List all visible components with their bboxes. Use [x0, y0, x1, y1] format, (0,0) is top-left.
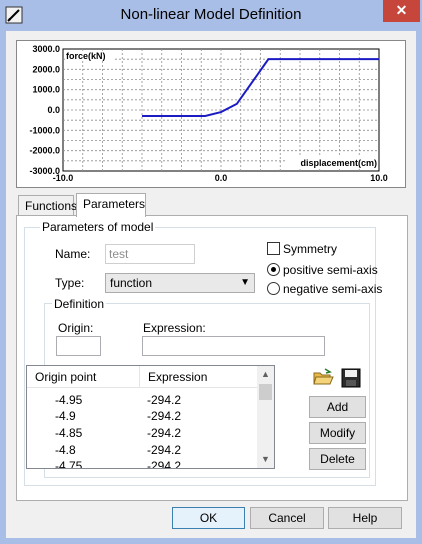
positive-semi-axis-label: positive semi-axis	[283, 263, 378, 277]
modify-button[interactable]: Modify	[309, 422, 366, 444]
y-tick-label: -1000.0	[29, 125, 60, 135]
origin-label: Origin:	[58, 321, 94, 335]
expression-input[interactable]	[142, 336, 325, 356]
scroll-up-icon[interactable]: ▲	[257, 366, 274, 383]
name-input[interactable]: test	[105, 244, 195, 264]
scroll-thumb[interactable]	[259, 384, 272, 400]
y-tick-label: 2000.0	[32, 64, 60, 74]
type-select-value: function	[110, 276, 153, 290]
origin-point-cell: -4.95	[55, 393, 83, 407]
origin-point-cell: -4.75	[55, 459, 83, 469]
ok-button[interactable]: OK	[172, 507, 245, 529]
x-tick-label: 0.0	[215, 173, 228, 183]
model-chart: 3000.0 2000.0 1000.0 0.0 -1000.0 -2000.0 -3000…	[16, 40, 406, 188]
symmetry-label: Symmetry	[283, 242, 337, 256]
delete-button[interactable]: Delete	[309, 448, 366, 470]
expression-cell: -294.2	[147, 443, 182, 457]
dialog-window: Non-linear Model Definition ✕ 3000.0 2000…	[0, 0, 422, 544]
table-row[interactable]: -4.95 -294.2	[27, 392, 258, 408]
y-axis-label: force(kN)	[66, 51, 106, 61]
table-header: Origin point Expression	[27, 366, 258, 388]
expression-cell: -294.2	[147, 426, 182, 440]
column-origin-point[interactable]: Origin point	[27, 366, 140, 388]
window-title: Non-linear Model Definition	[120, 6, 302, 23]
origin-point-cell: -4.85	[55, 426, 83, 440]
parameters-of-model-label: Parameters of model	[40, 220, 156, 234]
positive-semi-axis-radio[interactable]	[267, 263, 280, 276]
add-button[interactable]: Add	[309, 396, 366, 418]
title-bar: Non-linear Model Definition ✕	[0, 0, 422, 31]
save-disk-icon[interactable]	[340, 367, 362, 389]
table-row[interactable]: -4.8 -294.2	[27, 442, 258, 458]
tab-functions[interactable]: Functions	[18, 195, 77, 217]
chart-svg: 3000.02000.01000.00.0-1000.0-2000.0-3000…	[29, 44, 388, 183]
close-button[interactable]: ✕	[383, 0, 420, 22]
expression-label: Expression:	[143, 321, 206, 335]
negative-semi-axis-label: negative semi-axis	[283, 282, 383, 296]
origin-input[interactable]	[56, 336, 101, 356]
origin-point-cell: -4.8	[55, 443, 76, 457]
name-label: Name:	[55, 247, 91, 261]
type-label: Type:	[55, 276, 85, 290]
expression-cell: -294.2	[147, 393, 182, 407]
y-tick-label: 3000.0	[32, 44, 60, 54]
x-tick-label: -10.0	[53, 173, 74, 183]
x-tick-label: 10.0	[370, 173, 388, 183]
table-row[interactable]: -4.9 -294.2	[27, 408, 258, 424]
definition-label: Definition	[52, 297, 107, 311]
table-scrollbar[interactable]: ▲ ▼	[257, 366, 274, 468]
definition-table[interactable]: Origin point Expression -4.95 -294.2 -4.…	[26, 365, 275, 469]
dialog-client: 3000.0 2000.0 1000.0 0.0 -1000.0 -2000.0 -3000…	[6, 31, 416, 538]
column-expression[interactable]: Expression	[140, 366, 258, 388]
scroll-down-icon[interactable]: ▼	[257, 451, 274, 468]
y-tick-label: 0.0	[47, 105, 60, 115]
open-folder-icon[interactable]	[312, 367, 334, 389]
negative-semi-axis-radio[interactable]	[267, 282, 280, 295]
table-row[interactable]: -4.75 -294.2	[27, 458, 258, 469]
cancel-button[interactable]: Cancel	[250, 507, 324, 529]
x-axis-label: displacement(cm)	[300, 158, 377, 168]
type-select[interactable]: function ▼	[105, 273, 255, 293]
expression-cell: -294.2	[147, 459, 182, 469]
table-row[interactable]: -4.85 -294.2	[27, 425, 258, 441]
symmetry-checkbox[interactable]	[267, 242, 280, 255]
y-tick-label: 1000.0	[32, 85, 60, 95]
tab-parameters[interactable]: Parameters	[76, 193, 146, 217]
help-button[interactable]: Help	[328, 507, 402, 529]
expression-cell: -294.2	[147, 409, 182, 423]
origin-point-cell: -4.9	[55, 409, 76, 423]
chevron-down-icon: ▼	[240, 277, 250, 288]
y-tick-label: -2000.0	[29, 146, 60, 156]
